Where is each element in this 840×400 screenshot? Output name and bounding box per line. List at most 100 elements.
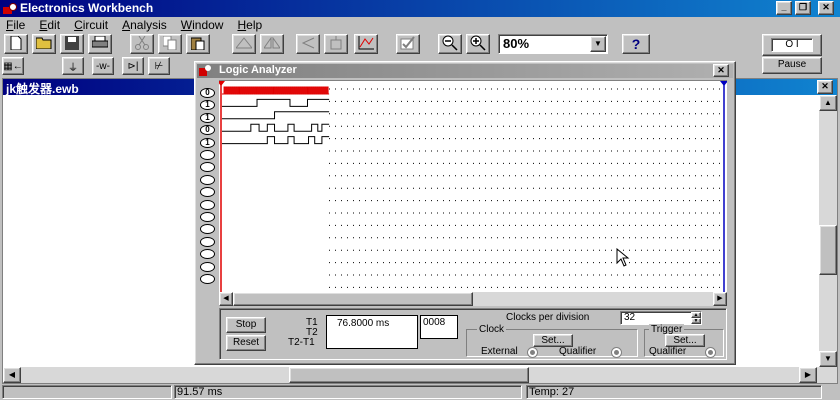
channel-indicator-3[interactable]: 0 bbox=[200, 125, 215, 136]
close-button[interactable]: ✕ bbox=[818, 1, 834, 15]
external-radio[interactable] bbox=[527, 347, 538, 358]
channel-indicator-5[interactable] bbox=[200, 150, 215, 160]
sources-bin-button[interactable]: ⏚ bbox=[62, 57, 84, 75]
help-button[interactable]: ? bbox=[622, 34, 650, 54]
analyzer-hscroll[interactable]: ◀ ▶ bbox=[219, 292, 727, 306]
channel-indicator-14[interactable] bbox=[200, 261, 215, 272]
trigger-qualifier-radio[interactable] bbox=[705, 347, 716, 358]
menu-circuit[interactable]: Circuit bbox=[74, 18, 108, 32]
toolbar-main: 80% ▼ ? O I bbox=[0, 33, 840, 57]
copy-button[interactable] bbox=[158, 34, 182, 54]
subcircuit-button[interactable] bbox=[324, 34, 348, 54]
clocks-per-division-input[interactable]: 32 ▲ ▼ bbox=[620, 311, 702, 325]
cut-button[interactable] bbox=[130, 34, 154, 54]
restore-button[interactable]: ❐ bbox=[795, 1, 811, 15]
channel-indicator-0[interactable]: 0 bbox=[200, 88, 215, 98]
analyzer-scroll-right-button[interactable]: ▶ bbox=[713, 292, 727, 306]
subcircuit-icon bbox=[328, 35, 344, 53]
channel-indicator-12[interactable] bbox=[200, 236, 215, 247]
floppy-disk-icon bbox=[65, 35, 79, 53]
circuit-hscroll[interactable]: ◀ ▶ bbox=[3, 367, 837, 383]
open-file-button[interactable] bbox=[32, 34, 56, 54]
channel-indicator-2[interactable]: 1 bbox=[200, 112, 215, 123]
channel-indicator-11[interactable] bbox=[200, 224, 215, 235]
channel-indicator-9[interactable] bbox=[200, 199, 215, 210]
simulation-time: 91.57 ms bbox=[177, 386, 223, 398]
time-readout: 76.8000 ms bbox=[326, 315, 418, 349]
favorites-bin-button[interactable]: ▦← bbox=[2, 57, 24, 75]
analyzer-scroll-left-button[interactable]: ◀ bbox=[219, 292, 233, 306]
logic-analyzer-close-button[interactable]: ✕ bbox=[713, 64, 729, 77]
graph-button[interactable] bbox=[354, 34, 378, 54]
menu-bar: File Edit Circuit Analysis Window Help bbox=[6, 17, 276, 33]
menu-edit[interactable]: Edit bbox=[39, 18, 60, 32]
menu-analysis[interactable]: Analysis bbox=[122, 18, 167, 32]
menu-file[interactable]: File bbox=[6, 18, 25, 32]
circuit-vscroll[interactable]: ▲ ▼ bbox=[819, 95, 837, 367]
zoom-out-button[interactable] bbox=[438, 34, 462, 54]
waveform-display[interactable] bbox=[219, 80, 727, 293]
menu-window[interactable]: Window bbox=[181, 18, 224, 32]
scroll-down-button[interactable]: ▼ bbox=[819, 351, 837, 367]
minimize-button[interactable]: _ bbox=[776, 1, 792, 15]
basic-bin-button[interactable]: -w- bbox=[92, 57, 114, 75]
clocks-per-division-value: 32 bbox=[624, 312, 636, 323]
status-pane-temp: Temp: 27 bbox=[526, 385, 822, 399]
analyzer-hscroll-thumb[interactable] bbox=[233, 292, 473, 306]
logic-analyzer-titlebar[interactable]: Logic Analyzer ✕ bbox=[197, 64, 733, 78]
zoom-in-icon bbox=[470, 35, 486, 54]
rotate-button[interactable] bbox=[232, 34, 256, 54]
channel-indicator-8[interactable] bbox=[200, 187, 215, 198]
channel-indicator-6[interactable] bbox=[200, 162, 215, 173]
print-button[interactable] bbox=[88, 34, 112, 54]
channel-indicator-7[interactable] bbox=[200, 174, 215, 185]
clipboard-icon bbox=[190, 36, 205, 53]
cursor-t2-marker[interactable] bbox=[720, 81, 727, 86]
channel-indicator-13[interactable] bbox=[200, 249, 215, 260]
channel-indicator-10[interactable] bbox=[200, 212, 215, 222]
menu-help[interactable]: Help bbox=[237, 18, 262, 32]
flip-vertical-button[interactable] bbox=[296, 34, 320, 54]
pause-button[interactable]: Pause bbox=[762, 57, 822, 74]
channel-indicator-1[interactable]: 1 bbox=[200, 100, 215, 111]
clock-qualifier-radio[interactable] bbox=[611, 347, 622, 358]
chevron-down-icon[interactable]: ▼ bbox=[590, 36, 606, 52]
new-file-button[interactable] bbox=[4, 34, 28, 54]
scroll-left-button[interactable]: ◀ bbox=[3, 367, 21, 383]
hscroll-thumb[interactable] bbox=[289, 367, 529, 383]
zoom-in-button[interactable] bbox=[466, 34, 490, 54]
circuit-close-button[interactable]: ✕ bbox=[817, 80, 833, 94]
waveform-channel-2 bbox=[222, 111, 330, 120]
diodes-bin-button[interactable]: ⊳| bbox=[122, 57, 144, 75]
stop-button[interactable]: Stop bbox=[226, 317, 266, 333]
hex-value: 0008 bbox=[423, 317, 446, 328]
power-switch[interactable]: O I bbox=[762, 34, 822, 56]
flip-horizontal-button[interactable] bbox=[260, 34, 284, 54]
scroll-up-button[interactable]: ▲ bbox=[819, 95, 837, 111]
save-button[interactable] bbox=[60, 34, 84, 54]
trigger-qualifier-label: Qualifier bbox=[649, 346, 687, 357]
new-file-icon bbox=[10, 35, 22, 53]
scroll-right-button[interactable]: ▶ bbox=[799, 367, 817, 383]
logic-analyzer-title: Logic Analyzer bbox=[219, 64, 297, 76]
cursor-t1-marker[interactable] bbox=[219, 81, 225, 86]
help-icon: ? bbox=[631, 36, 641, 52]
logic-analyzer-window: Logic Analyzer ✕ 01101 ◀ ▶ Stop Reset T1… bbox=[194, 61, 736, 365]
hex-readout: 0008 bbox=[420, 315, 458, 339]
zoom-select[interactable]: 80% ▼ bbox=[498, 34, 608, 54]
zoom-out-icon bbox=[442, 35, 458, 54]
transistor-icon: ⊬ bbox=[154, 60, 164, 72]
resistor-icon: -w- bbox=[96, 60, 110, 72]
transistors-bin-button[interactable]: ⊬ bbox=[148, 57, 170, 75]
channel-indicator-15[interactable] bbox=[200, 274, 215, 284]
reset-button[interactable]: Reset bbox=[226, 335, 266, 351]
app-titlebar: Electronics Workbench _ ❐ ✕ bbox=[0, 0, 840, 17]
app-title: Electronics Workbench bbox=[20, 1, 154, 15]
component-properties-button[interactable] bbox=[396, 34, 420, 54]
channel-indicator-4[interactable]: 1 bbox=[200, 137, 215, 148]
printer-icon bbox=[91, 35, 109, 52]
t1-value: 76.8000 ms bbox=[337, 318, 390, 329]
spinner-down-icon[interactable]: ▼ bbox=[691, 318, 701, 324]
paste-button[interactable] bbox=[186, 34, 210, 54]
vscroll-thumb[interactable] bbox=[819, 225, 837, 275]
